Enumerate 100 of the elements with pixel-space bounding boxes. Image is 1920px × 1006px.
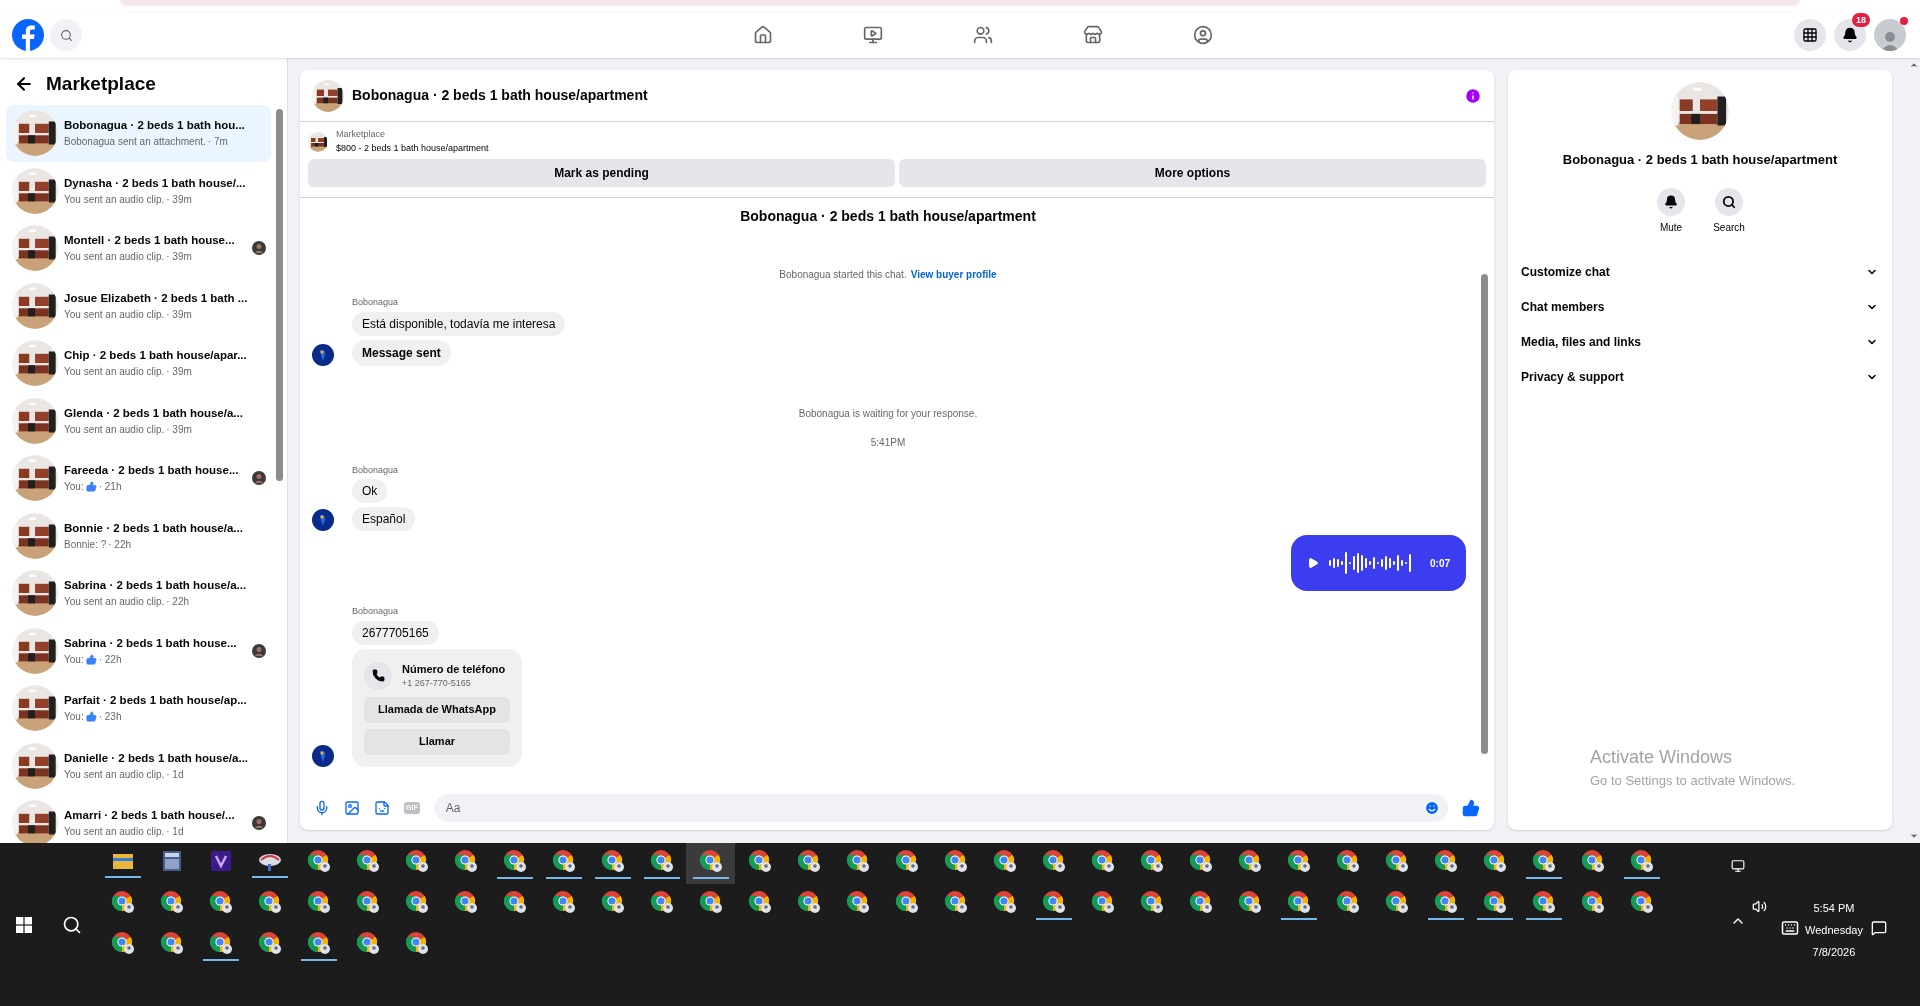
chat-header-title: Bobonagua · 2 beds 1 bath house/apartment — [352, 86, 648, 105]
scrollbar-thumb[interactable] — [1481, 274, 1488, 754]
info-icon[interactable] — [1464, 86, 1482, 105]
message-field[interactable]: Aa — [433, 794, 1448, 822]
chrome-icon — [257, 930, 282, 955]
conversation-item[interactable]: Glenda · 2 beds 1 bath house/a... You sent an audio clip. · 39m — [6, 392, 271, 450]
chrome-icon — [1139, 848, 1164, 873]
chrome-icon — [355, 930, 380, 955]
chrome-icon — [649, 889, 674, 914]
conversation-name: Glenda · 2 beds 1 bath house/a... — [64, 405, 243, 421]
chrome-icon — [355, 848, 380, 873]
chrome-icon — [894, 848, 919, 873]
call-button[interactable]: Llamar — [364, 728, 510, 755]
avatar-icon — [312, 744, 334, 767]
conversation-item[interactable]: Fareeda · 2 beds 1 bath house... You: · 21h — [6, 449, 271, 507]
message-time: · 23h — [98, 710, 122, 725]
message-preview: You sent an audio clip. — [64, 767, 165, 782]
message-time: · 7m — [207, 135, 228, 150]
details-section[interactable]: Chat members — [1520, 289, 1880, 325]
chrome-icon — [1090, 848, 1115, 873]
chrome-icon — [747, 889, 772, 914]
sender-name: Bobonagua — [352, 605, 400, 618]
avatar-icon — [312, 509, 334, 531]
message-preview: You: — [64, 652, 84, 667]
conversation-item[interactable]: Josue Elizabeth · 2 beds 1 bath ... You sent an audio clip. · 39m — [6, 277, 271, 335]
conversation-name: Fareeda · 2 beds 1 bath house... — [64, 463, 239, 479]
conversation-item[interactable]: Sabrina · 2 beds 1 bath house... You: · 22h — [6, 622, 271, 680]
store-icon — [1083, 25, 1103, 45]
search-icon — [1722, 194, 1736, 209]
chrome-icon — [1482, 889, 1507, 914]
conversation-item[interactable]: Dynasha · 2 beds 1 bath house/... You sent an audio clip. · 39m — [6, 162, 271, 220]
chrome-icon — [551, 848, 576, 873]
volume-icon[interactable] — [1752, 899, 1767, 914]
bell-icon — [1664, 194, 1678, 209]
taskbar-app[interactable] — [686, 843, 735, 884]
message-bubble: 2677705165 — [352, 620, 439, 645]
chrome-icon — [159, 930, 184, 955]
conversation-name: Josue Elizabeth · 2 beds 1 bath ... — [64, 290, 248, 306]
listing-action-button[interactable]: More options — [899, 159, 1486, 187]
scroll-up-icon[interactable] — [1909, 60, 1919, 70]
notification-center-icon[interactable] — [1870, 920, 1887, 936]
conversation-item[interactable]: Bobonagua · 2 beds 1 bath hou... Bobonagua sent an attachment. · 7m — [6, 104, 271, 162]
scrollbar-thumb[interactable] — [276, 108, 283, 481]
sticker-icon[interactable] — [374, 800, 390, 816]
conversation-name: Montell · 2 beds 1 bath house... — [64, 233, 235, 249]
notifications-button[interactable] — [1834, 19, 1866, 51]
clock-date: 7/8/2026 — [1812, 945, 1856, 960]
details-section[interactable]: Media, files and links — [1520, 324, 1880, 360]
conversation-item[interactable]: Bonnie · 2 beds 1 bath house/a... Bonnie: ? · 22h — [6, 507, 271, 565]
chrome-icon — [894, 889, 919, 914]
like-icon[interactable] — [1462, 799, 1480, 817]
message-time: · 1d — [166, 767, 184, 782]
conversation-item[interactable]: Sabrina · 2 beds 1 bath house/a... You sent an audio clip. · 22h — [6, 564, 271, 622]
search-button[interactable]: Search — [1710, 187, 1748, 235]
message-time: · 39m — [166, 307, 192, 322]
timestamp: 5:41PM — [870, 435, 906, 450]
keyboard-icon[interactable] — [1781, 919, 1799, 937]
system-message: Bobonagua is waiting for your response. — [798, 406, 978, 421]
chrome-icon — [306, 930, 331, 955]
conversation-name: Bobonagua · 2 beds 1 bath hou... — [64, 118, 245, 134]
chrome-icon — [208, 889, 233, 914]
conversation-item[interactable]: Montell · 2 beds 1 bath house... You sent an audio clip. · 39m — [6, 219, 271, 277]
conversation-item[interactable]: Parfait · 2 beds 1 bath house/ap... You: · 23h — [6, 679, 271, 737]
phone-number: +1 267-770-5165 — [402, 677, 472, 690]
message-bubble: Español — [352, 507, 416, 531]
chrome-icon — [1580, 848, 1605, 873]
chrome-icon — [110, 930, 135, 955]
app-icon — [209, 849, 232, 872]
message-preview: You sent an audio clip. — [64, 825, 165, 840]
details-section[interactable]: Customize chat — [1520, 254, 1880, 290]
microphone-icon[interactable] — [314, 800, 330, 816]
mute-button[interactable]: Mute — [1652, 187, 1690, 235]
menu-button[interactable] — [1794, 19, 1826, 51]
chrome-icon — [502, 848, 527, 873]
chrome-icon — [1384, 889, 1409, 914]
message-time: · 1d — [166, 825, 184, 840]
buyer-profile-link[interactable]: View buyer profile — [910, 267, 997, 282]
message-preview: Bobonagua sent an attachment. — [64, 135, 206, 150]
chrome-icon — [1286, 889, 1311, 914]
conversation-item[interactable]: Chip · 2 beds 1 bath house/apar... You sent an audio clip. · 39m — [6, 334, 271, 392]
network-icon[interactable] — [1731, 859, 1745, 873]
profile-button[interactable] — [1874, 19, 1906, 51]
scroll-down-icon[interactable] — [1909, 831, 1919, 841]
details-section[interactable]: Privacy & support — [1520, 359, 1880, 395]
conversation-name: Chip · 2 beds 1 bath house/apar... — [64, 348, 247, 364]
clock-time: 5:54 PM — [1813, 901, 1855, 916]
chrome-icon — [502, 889, 527, 914]
photo-icon[interactable] — [344, 800, 360, 816]
chrome-icon — [404, 930, 429, 955]
call-button[interactable]: Llamada de WhatsApp — [364, 696, 510, 723]
conversation-item[interactable]: Danielle · 2 beds 1 bath house/a... You sent an audio clip. · 1d — [6, 737, 271, 795]
conversation-name: Sabrina · 2 beds 1 bath house/a... — [64, 578, 247, 594]
listing-action-button[interactable]: Mark as pending — [308, 159, 895, 187]
audio-message[interactable]: 0:07 — [1291, 535, 1466, 591]
conversation-name: Danielle · 2 beds 1 bath house/a... — [64, 750, 249, 766]
chrome-icon — [1531, 848, 1556, 873]
sidebar-title: Marketplace — [46, 72, 156, 96]
chrome-icon — [1139, 889, 1164, 914]
chrome-icon — [1433, 889, 1458, 914]
activation-title: Activate Windows — [1590, 745, 1734, 769]
